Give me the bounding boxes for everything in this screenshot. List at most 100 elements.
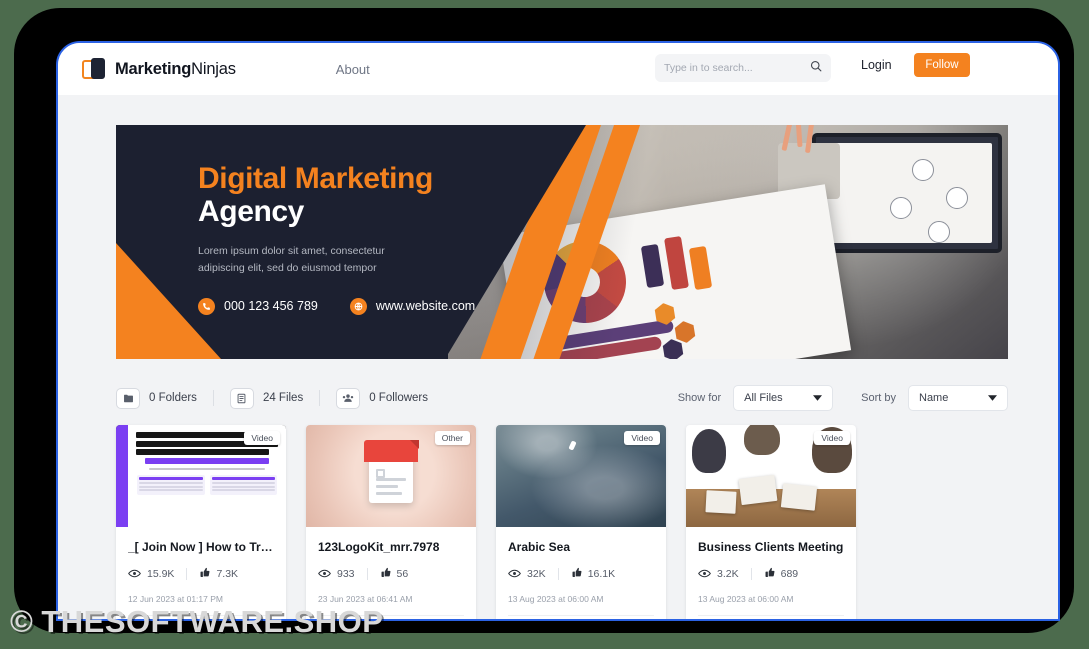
card-badge: Other xyxy=(434,431,470,445)
hero-title-line1: Digital Marketing xyxy=(198,162,433,195)
card-author[interactable]: Atul Pareek xyxy=(496,616,666,619)
thumbs-up-icon xyxy=(571,565,582,583)
toolbar-filters: Show for All Files Sort by Name xyxy=(678,385,1008,411)
hero-banner: Digital Marketing Agency Lorem ipsum dol… xyxy=(116,125,1008,359)
stat-followers-label: 0 Followers xyxy=(369,392,429,404)
hero-phone: 000 123 456 789 xyxy=(198,297,318,315)
card-date: 13 Aug 2023 at 06:00 AM xyxy=(698,594,794,604)
card-views: 15.9K xyxy=(128,565,174,583)
watermark-text: THESOFTWARE.SHOP xyxy=(41,604,384,639)
toolbar-divider xyxy=(212,390,214,406)
card-likes: 16.1K xyxy=(571,565,615,583)
file-card[interactable]: Other 123LogoKit_mrr.7978 933 56 23 Jun … xyxy=(306,425,476,619)
eye-icon xyxy=(698,565,711,583)
hero-title-line2: Agency xyxy=(198,195,304,229)
eye-icon xyxy=(508,565,521,583)
followers-icon xyxy=(336,387,361,409)
card-date: 23 Jun 2023 at 06:41 AM xyxy=(318,594,413,604)
hero-phone-text: 000 123 456 789 xyxy=(224,299,318,314)
card-likes-value: 56 xyxy=(396,568,409,580)
card-thumbnail[interactable]: Video xyxy=(116,425,286,527)
card-stats: 15.9K 7.3K xyxy=(128,565,274,583)
thumbs-up-icon xyxy=(764,565,775,583)
card-title: 123LogoKit_mrr.7978 xyxy=(318,540,440,554)
file-card-grid: Video _[ Join Now ] How to Tra... 15.9K … xyxy=(116,425,1008,619)
brand-name-bold: Marketing xyxy=(115,59,192,78)
hero-contacts: 000 123 456 789 www.website.com xyxy=(198,297,528,315)
search-icon[interactable] xyxy=(810,59,822,77)
card-likes: 56 xyxy=(380,565,409,583)
card-likes: 7.3K xyxy=(199,565,238,583)
show-for-value: All Files xyxy=(744,392,783,404)
browser-viewport: MarketingNinjas About Login Follow xyxy=(56,41,1060,621)
file-list-icon xyxy=(229,387,254,409)
card-views: 3.2K xyxy=(698,565,739,583)
card-thumbnail[interactable]: Video xyxy=(686,425,856,527)
hero-website: www.website.com xyxy=(349,297,476,315)
nav-link-about[interactable]: About xyxy=(336,62,370,77)
card-body: _[ Join Now ] How to Tra... 15.9K 7.3K 1… xyxy=(116,527,286,616)
chevron-down-icon xyxy=(813,392,823,404)
site-header: MarketingNinjas About Login Follow xyxy=(58,43,1058,95)
card-views-value: 15.9K xyxy=(147,568,175,580)
card-likes-value: 16.1K xyxy=(587,568,616,580)
search-box[interactable] xyxy=(655,54,831,82)
thumbs-up-icon xyxy=(380,565,391,583)
sort-by-label: Sort by xyxy=(861,392,896,404)
stat-folders[interactable]: 0 Folders xyxy=(116,387,197,409)
card-title: _[ Join Now ] How to Tra... xyxy=(128,540,274,554)
search-input[interactable] xyxy=(664,62,804,74)
stat-followers[interactable]: 0 Followers xyxy=(336,387,429,409)
card-badge: Video xyxy=(814,431,850,445)
card-likes-value: 689 xyxy=(780,568,799,580)
stat-files-label: 24 Files xyxy=(262,392,304,404)
file-card[interactable]: Video _[ Join Now ] How to Tra... 15.9K … xyxy=(116,425,286,619)
chevron-down-icon xyxy=(988,392,997,404)
card-stats: 3.2K 689 xyxy=(698,565,844,583)
card-thumbnail[interactable]: Video xyxy=(496,425,666,527)
card-date: 13 Aug 2023 at 06:00 AM xyxy=(508,594,604,604)
card-views-value: 3.2K xyxy=(717,568,739,580)
file-card[interactable]: Video Arabic Sea 32K 16.1K 13 Aug 2023 a… xyxy=(496,425,666,619)
hero-subtitle-line2: adipiscing elit, sed do eiusmod tempor xyxy=(198,261,377,274)
follow-button[interactable]: Follow xyxy=(914,53,970,77)
phone-icon xyxy=(198,297,215,315)
toolbar-divider xyxy=(319,390,321,406)
sort-by-select[interactable]: Name xyxy=(908,385,1008,411)
logo-mark-icon xyxy=(82,57,106,81)
show-for-select[interactable]: All Files xyxy=(733,385,834,411)
watermark: © THESOFTWARE.SHOP xyxy=(10,604,383,640)
card-likes-value: 7.3K xyxy=(216,568,239,580)
login-link[interactable]: Login xyxy=(861,58,892,72)
eye-icon xyxy=(318,565,331,583)
card-badge: Video xyxy=(624,431,660,445)
card-thumbnail[interactable]: Other xyxy=(306,425,476,527)
device-frame: MarketingNinjas About Login Follow xyxy=(14,8,1074,633)
brand-logo[interactable]: MarketingNinjas xyxy=(82,57,236,81)
card-views-value: 32K xyxy=(527,568,546,580)
card-views-value: 933 xyxy=(337,568,355,580)
content-toolbar: 0 Folders 24 Files 0 Followers Show for … xyxy=(116,381,1008,415)
stat-files[interactable]: 24 Files xyxy=(229,387,304,409)
brand-name: MarketingNinjas xyxy=(115,60,236,79)
page-body: Digital Marketing Agency Lorem ipsum dol… xyxy=(58,95,1058,619)
card-title: Arabic Sea xyxy=(508,540,571,554)
card-stats: 32K 16.1K xyxy=(508,565,654,583)
globe-icon xyxy=(349,297,367,315)
brand-name-light: Ninjas xyxy=(191,59,236,78)
file-card[interactable]: Video Business Clients Meeting 3.2K 689 … xyxy=(686,425,856,619)
card-views: 933 xyxy=(318,565,355,583)
card-author[interactable]: Atul Pareek xyxy=(686,616,856,619)
hero-website-text: www.website.com xyxy=(375,299,476,314)
thumbs-up-icon xyxy=(199,565,210,583)
boat-shape xyxy=(568,440,577,451)
hero-subtitle-line1: Lorem ipsum dolor sit amet, consectetur xyxy=(198,245,385,258)
card-likes: 689 xyxy=(764,565,799,583)
card-stats: 933 56 xyxy=(318,565,464,583)
card-views: 32K xyxy=(508,565,546,583)
hero-content: Digital Marketing Agency Lorem ipsum dol… xyxy=(198,162,528,315)
card-date: 12 Jun 2023 at 01:17 PM xyxy=(128,594,223,604)
show-for-label: Show for xyxy=(677,392,722,404)
card-title: Business Clients Meeting xyxy=(698,540,844,554)
card-body: Business Clients Meeting 3.2K 689 13 Aug… xyxy=(686,527,856,616)
